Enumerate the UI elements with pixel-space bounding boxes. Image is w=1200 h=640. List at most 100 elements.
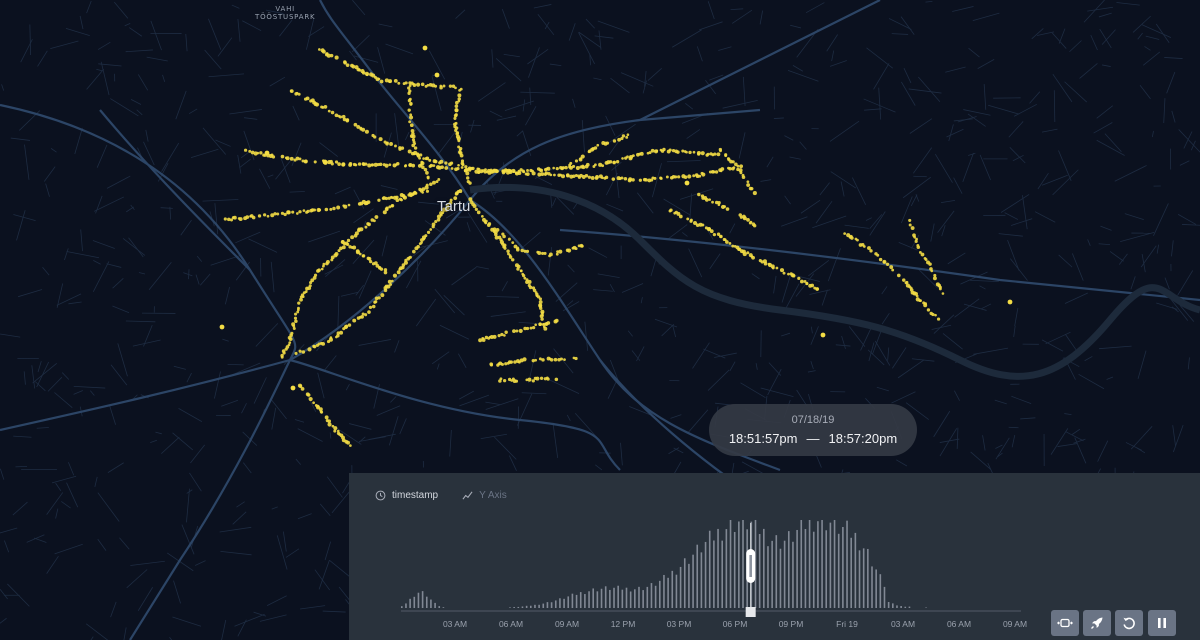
playhead-knob[interactable] bbox=[745, 607, 756, 617]
histogram-bar bbox=[521, 606, 524, 608]
histogram-bar bbox=[617, 585, 619, 608]
reset-button[interactable] bbox=[1115, 610, 1143, 636]
histogram-bar bbox=[896, 605, 898, 608]
histogram-bar bbox=[833, 520, 836, 608]
histogram-bar bbox=[892, 603, 894, 608]
playhead-grip bbox=[749, 555, 752, 577]
histogram-bar bbox=[771, 540, 773, 608]
tab-timestamp-label: timestamp bbox=[392, 489, 439, 501]
histogram-bar bbox=[567, 596, 570, 608]
histogram-bar bbox=[642, 590, 644, 608]
histogram-bar bbox=[554, 600, 557, 608]
histogram-bar bbox=[525, 605, 528, 608]
histogram-bar bbox=[758, 534, 761, 608]
line-chart-icon bbox=[462, 491, 473, 499]
histogram-bar bbox=[584, 594, 586, 608]
tab-y-axis[interactable]: Y Axis bbox=[462, 487, 507, 503]
histogram-bar bbox=[792, 541, 794, 608]
histogram-bar bbox=[871, 566, 873, 608]
histogram-bar bbox=[634, 589, 636, 608]
histogram-bar bbox=[592, 588, 595, 608]
histogram-bar bbox=[650, 583, 653, 608]
x-tick-label: 03 AM bbox=[443, 619, 467, 629]
histogram-bar bbox=[925, 607, 927, 608]
histogram-bar bbox=[808, 520, 811, 608]
histogram-bar bbox=[638, 586, 640, 608]
x-tick-label: 12 PM bbox=[611, 619, 636, 629]
histogram-bar bbox=[812, 531, 815, 608]
histogram-bar bbox=[671, 570, 674, 608]
x-tick-label: 06 AM bbox=[947, 619, 971, 629]
x-tick-label: 09 AM bbox=[1003, 619, 1027, 629]
histogram-bar bbox=[517, 606, 520, 608]
histogram-bar bbox=[867, 548, 869, 608]
histogram-bar bbox=[434, 602, 436, 608]
histogram-bar bbox=[509, 607, 511, 608]
x-tick-label: 06 AM bbox=[499, 619, 523, 629]
histogram-bar bbox=[688, 563, 690, 608]
histogram-bar bbox=[442, 607, 445, 608]
histogram-bar bbox=[854, 532, 857, 608]
histogram-bar bbox=[767, 546, 769, 608]
tooltip-end-time: 18:57:20pm bbox=[828, 431, 898, 446]
histogram-bar bbox=[575, 594, 578, 608]
histogram-bar bbox=[900, 605, 902, 608]
animation-window-button[interactable] bbox=[1051, 610, 1079, 636]
histogram-bar bbox=[787, 531, 790, 608]
histogram-bar bbox=[413, 596, 416, 608]
histogram-bar bbox=[571, 593, 574, 608]
histogram-bar bbox=[775, 535, 778, 608]
histogram-bar bbox=[417, 592, 420, 608]
speed-button[interactable] bbox=[1083, 610, 1111, 636]
x-tick-label: 09 PM bbox=[779, 619, 804, 629]
histogram-bar bbox=[700, 552, 703, 608]
histogram-bar bbox=[675, 574, 678, 608]
histogram-bar bbox=[559, 598, 561, 608]
histogram-bar bbox=[663, 574, 665, 608]
histogram-bar bbox=[708, 530, 711, 608]
pause-icon bbox=[1158, 618, 1166, 628]
histogram-bar bbox=[742, 520, 744, 608]
histogram-bar bbox=[563, 598, 565, 608]
histogram-bar bbox=[401, 606, 403, 608]
histogram-bar bbox=[887, 602, 890, 608]
histogram-bar bbox=[604, 586, 607, 608]
reset-icon bbox=[1123, 617, 1135, 630]
histogram-bar bbox=[667, 577, 669, 608]
tab-timestamp[interactable]: timestamp bbox=[375, 487, 438, 503]
histogram-bar bbox=[846, 520, 848, 608]
histogram-bar bbox=[879, 574, 882, 608]
histogram-bar bbox=[800, 520, 803, 608]
place-label-line2: TÖÖSTUSPARK bbox=[255, 13, 316, 21]
histogram-bar bbox=[837, 533, 840, 608]
time-filter-panel: 03 AM 06 AM 09 AM 12 PM 03 PM 06 PM 09 PM Fri 1… bbox=[349, 473, 1200, 640]
histogram-bar bbox=[883, 586, 886, 608]
histogram-bar bbox=[829, 522, 832, 608]
pause-button[interactable] bbox=[1148, 610, 1176, 636]
histogram-bar bbox=[796, 529, 798, 608]
river-layer bbox=[469, 184, 1200, 380]
histogram-bar bbox=[821, 520, 823, 608]
clock-icon bbox=[375, 490, 386, 500]
window-range-icon bbox=[1057, 618, 1073, 628]
histogram-bar bbox=[609, 589, 611, 608]
city-label: Tartu bbox=[437, 198, 471, 215]
map-place-label: VAHI TÖÖSTUSPARK bbox=[255, 5, 315, 21]
gps-point-layer bbox=[219, 45, 1013, 447]
tooltip-date: 07/18/19 bbox=[791, 414, 835, 426]
histogram-bar bbox=[704, 541, 707, 608]
histogram-bar bbox=[825, 530, 828, 608]
place-label-line1: VAHI bbox=[275, 5, 296, 13]
x-tick-label: 09 AM bbox=[555, 619, 579, 629]
histogram-bar bbox=[600, 588, 603, 608]
histogram-bar bbox=[779, 548, 782, 608]
histogram-bar bbox=[658, 580, 661, 608]
histogram-bar bbox=[438, 606, 441, 608]
histogram-bar bbox=[588, 591, 590, 608]
histogram-bar bbox=[842, 527, 844, 608]
x-tick-label: 06 PM bbox=[723, 619, 748, 629]
histogram-bar bbox=[908, 606, 911, 608]
histogram-bar bbox=[542, 603, 545, 608]
histogram-bar bbox=[696, 544, 699, 608]
histogram-bar bbox=[738, 521, 740, 608]
